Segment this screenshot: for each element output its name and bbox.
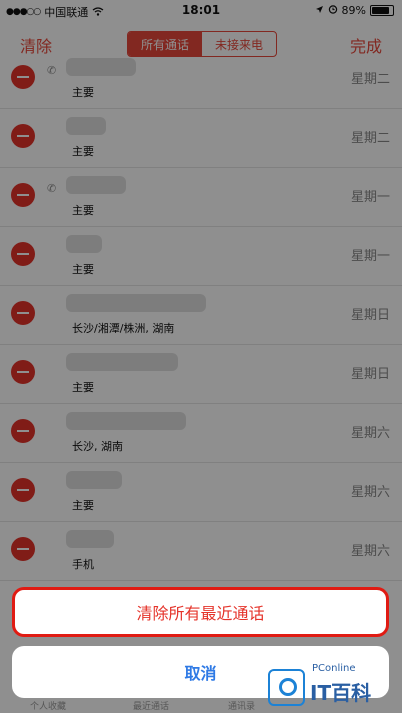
watermark-logo: PConline IT百科 — [268, 661, 398, 709]
clear-all-recents-button[interactable]: 清除所有最近通话 — [12, 587, 389, 637]
magnifier-logo-icon — [268, 669, 305, 706]
watermark-name: IT百科 — [310, 681, 372, 705]
phone-screen: ●●●○○ 中国联通 18:01 89% 清除 所有通话 未接来电 完成 ✆ 主… — [0, 0, 402, 713]
watermark-brand: PConline — [312, 663, 356, 674]
